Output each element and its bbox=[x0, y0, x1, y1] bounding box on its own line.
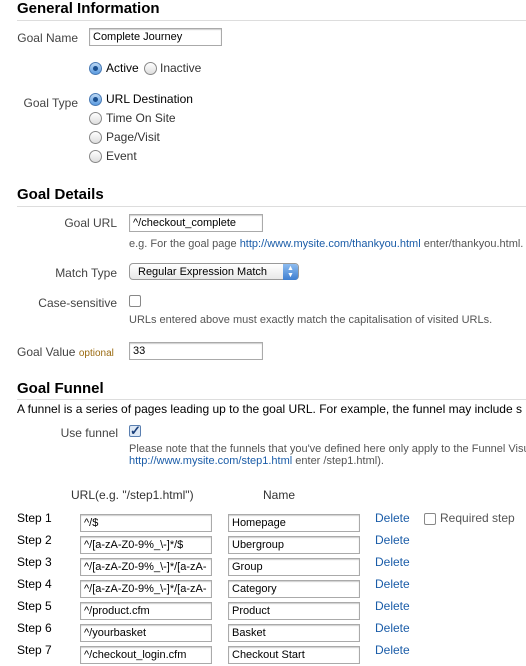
goal-type-page-visit-radio[interactable] bbox=[89, 131, 102, 144]
select-arrows-icon: ▲ ▼ bbox=[283, 264, 298, 280]
step-name-input[interactable]: Homepage bbox=[228, 514, 360, 532]
step-name-input[interactable]: Ubergroup bbox=[228, 536, 360, 554]
step-label: Step 3 bbox=[17, 555, 52, 569]
goal-type-event-radio[interactable] bbox=[89, 150, 102, 163]
active-label: Active bbox=[106, 61, 139, 75]
case-sensitive-label: Case-sensitive bbox=[38, 296, 117, 310]
active-radio[interactable] bbox=[89, 62, 102, 75]
goal-type-url-destination-radio[interactable] bbox=[89, 93, 102, 106]
case-sensitive-checkbox[interactable] bbox=[129, 295, 141, 307]
delete-step-link[interactable]: Delete bbox=[375, 643, 410, 657]
step-url-input[interactable] bbox=[80, 580, 212, 598]
step-url-input[interactable] bbox=[80, 514, 212, 532]
step-url-input[interactable] bbox=[80, 536, 212, 554]
step-label: Step 2 bbox=[17, 533, 52, 547]
goal-url-label: Goal URL bbox=[64, 216, 117, 230]
goal-type-option: Time On Site bbox=[106, 111, 176, 125]
goal-type-label: Goal Type bbox=[23, 96, 78, 110]
example-link[interactable]: http://www.mysite.com/thankyou.html bbox=[240, 238, 421, 250]
goal-type-option: Page/Visit bbox=[106, 130, 160, 144]
divider bbox=[17, 399, 526, 400]
optional-label: optional bbox=[78, 348, 114, 359]
goal-url-input[interactable] bbox=[129, 214, 263, 232]
step-url-input[interactable] bbox=[80, 624, 212, 642]
goal-funnel-heading: Goal Funnel bbox=[17, 380, 104, 397]
goal-details-heading: Goal Details bbox=[17, 186, 104, 203]
step-name-input[interactable]: Product bbox=[228, 602, 360, 620]
goal-value-text: Goal Value bbox=[17, 345, 76, 359]
hint-text: enter /step1.html). bbox=[292, 455, 384, 467]
step-example-link[interactable]: http://www.mysite.com/step1.html bbox=[129, 455, 292, 467]
step-name-input[interactable]: Category bbox=[228, 580, 360, 598]
inactive-label: Inactive bbox=[160, 61, 202, 75]
hint-text: enter/thankyou.html. T bbox=[420, 238, 526, 250]
url-column-header: URL(e.g. "/step1.html") bbox=[71, 488, 194, 502]
step-label: Step 4 bbox=[17, 577, 52, 591]
hint-text: e.g. For the goal page bbox=[129, 238, 240, 250]
delete-step-link[interactable]: Delete bbox=[375, 555, 410, 569]
match-type-select[interactable]: Regular Expression Match ▲ ▼ bbox=[129, 263, 299, 280]
delete-step-link[interactable]: Delete bbox=[375, 511, 410, 525]
goal-type-time-on-site-radio[interactable] bbox=[89, 112, 102, 125]
step-label: Step 1 bbox=[17, 511, 52, 525]
step-name-input[interactable]: Checkout Start bbox=[228, 646, 360, 664]
funnel-note-line2: http://www.mysite.com/step1.html enter /… bbox=[129, 455, 384, 467]
goal-value-label: Goal Value optional bbox=[17, 345, 114, 359]
step-name-input[interactable]: Basket bbox=[228, 624, 360, 642]
goal-name-input[interactable] bbox=[89, 28, 222, 46]
step-label: Step 6 bbox=[17, 621, 52, 635]
goal-url-hint: e.g. For the goal page http://www.mysite… bbox=[129, 238, 526, 250]
inactive-radio[interactable] bbox=[144, 62, 157, 75]
case-sensitive-hint: URLs entered above must exactly match th… bbox=[129, 314, 493, 326]
general-information-heading: General Information bbox=[17, 0, 160, 17]
delete-step-link[interactable]: Delete bbox=[375, 533, 410, 547]
step-url-input[interactable] bbox=[80, 558, 212, 576]
step-url-input[interactable] bbox=[80, 646, 212, 664]
divider bbox=[17, 20, 526, 21]
required-step-checkbox[interactable] bbox=[424, 513, 436, 525]
delete-step-link[interactable]: Delete bbox=[375, 599, 410, 613]
delete-step-link[interactable]: Delete bbox=[375, 577, 410, 591]
funnel-intro: A funnel is a series of pages leading up… bbox=[17, 402, 522, 416]
step-label: Step 5 bbox=[17, 599, 52, 613]
use-funnel-label: Use funnel bbox=[60, 426, 118, 440]
funnel-note: Please note that the funnels that you've… bbox=[129, 443, 526, 455]
step-label: Step 7 bbox=[17, 643, 52, 657]
step-url-input[interactable] bbox=[80, 602, 212, 620]
goal-value-input[interactable] bbox=[129, 342, 263, 360]
goal-type-option: URL Destination bbox=[106, 92, 193, 106]
delete-step-link[interactable]: Delete bbox=[375, 621, 410, 635]
match-type-value: Regular Expression Match bbox=[138, 266, 268, 278]
step-name-input[interactable]: Group bbox=[228, 558, 360, 576]
use-funnel-checkbox[interactable]: ✓ bbox=[129, 424, 141, 437]
required-step-label: Required step bbox=[440, 511, 515, 525]
name-column-header: Name bbox=[263, 488, 296, 502]
goal-name-label: Goal Name bbox=[17, 31, 78, 45]
goal-type-option: Event bbox=[106, 149, 137, 163]
match-type-label: Match Type bbox=[55, 266, 117, 280]
divider bbox=[17, 206, 526, 207]
